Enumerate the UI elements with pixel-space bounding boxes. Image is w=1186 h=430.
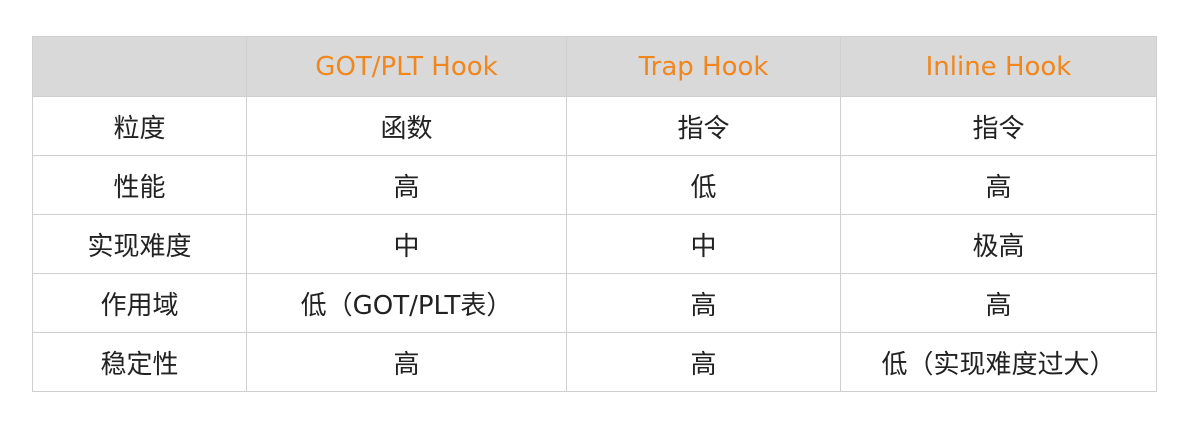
row-label: 粒度: [32, 96, 247, 156]
table-body: 粒度 函数 指令 指令 性能 高 低 高 实现难度 中 中 极高 作用域 低（G…: [32, 96, 1157, 392]
table-cell: 极高: [840, 214, 1157, 274]
row-label: 稳定性: [32, 332, 247, 392]
header-trap-hook: Trap Hook: [566, 36, 841, 97]
row-label: 性能: [32, 155, 247, 215]
table-cell: 高: [566, 332, 841, 392]
table-cell: 中: [246, 214, 567, 274]
table-cell: 低（GOT/PLT表）: [246, 273, 567, 333]
table-cell: 函数: [246, 96, 567, 156]
table-cell: 低（实现难度过大）: [840, 332, 1157, 392]
table-row: 粒度 函数 指令 指令: [32, 96, 1157, 156]
table-cell: 高: [840, 273, 1157, 333]
row-label: 作用域: [32, 273, 247, 333]
table-cell: 高: [840, 155, 1157, 215]
table-cell: 高: [246, 155, 567, 215]
table-cell: 指令: [566, 96, 841, 156]
header-corner-cell: [32, 36, 247, 97]
comparison-table: GOT/PLT Hook Trap Hook Inline Hook 粒度 函数…: [32, 36, 1157, 392]
table-row: 稳定性 高 高 低（实现难度过大）: [32, 332, 1157, 392]
header-inline-hook: Inline Hook: [840, 36, 1157, 97]
row-label: 实现难度: [32, 214, 247, 274]
table-cell: 高: [566, 273, 841, 333]
table-cell: 高: [246, 332, 567, 392]
table-header: GOT/PLT Hook Trap Hook Inline Hook: [32, 36, 1157, 97]
table-cell: 低: [566, 155, 841, 215]
table-row: 实现难度 中 中 极高: [32, 214, 1157, 274]
header-row: GOT/PLT Hook Trap Hook Inline Hook: [32, 36, 1157, 97]
table-cell: 中: [566, 214, 841, 274]
table-row: 性能 高 低 高: [32, 155, 1157, 215]
table-row: 作用域 低（GOT/PLT表） 高 高: [32, 273, 1157, 333]
header-got-plt-hook: GOT/PLT Hook: [246, 36, 567, 97]
table-cell: 指令: [840, 96, 1157, 156]
